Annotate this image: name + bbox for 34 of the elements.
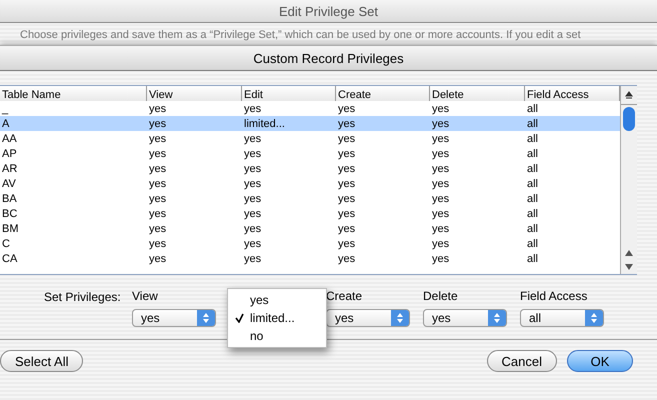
scroll-thumb-icon[interactable] xyxy=(621,105,637,133)
table-cell: yes xyxy=(242,101,336,116)
table-cell: yes xyxy=(147,116,242,131)
field-label: View xyxy=(132,289,159,303)
sheet-title: Custom Record Privileges xyxy=(0,46,657,71)
popup-menu[interactable]: yes xyxy=(326,309,410,327)
menu-item[interactable]: no xyxy=(228,327,326,345)
description-text: Choose privileges and save them as a “Privilege Set,” which can be used by one or more accounts. If you edit a set xyxy=(19,28,582,43)
table-cell: yes xyxy=(147,101,242,116)
menu-item[interactable]: limited... xyxy=(228,309,326,327)
dialog-button[interactable]: OK xyxy=(567,350,633,372)
stepper-arrows-icon xyxy=(197,310,215,326)
popup-menu[interactable]: yes xyxy=(132,309,216,327)
dialog-button[interactable]: Cancel xyxy=(486,350,557,372)
window-title: Edit Privilege Set xyxy=(279,4,378,18)
field-label: Create xyxy=(326,289,364,303)
table-cell: yes xyxy=(430,101,525,116)
stepper-arrows-icon xyxy=(391,310,409,326)
table-cell: A xyxy=(0,116,147,131)
table-cell: yes xyxy=(430,116,525,131)
table-cell: all xyxy=(525,116,620,131)
table-cell: _ xyxy=(0,101,147,116)
table-cell: yes xyxy=(336,101,430,116)
set-privileges-label: Set Privileges: xyxy=(44,290,122,306)
table-cell: yes xyxy=(336,116,430,131)
dialog-button[interactable]: Select All xyxy=(0,350,84,372)
stepper-arrows-icon xyxy=(488,310,506,326)
popup-menu[interactable]: all xyxy=(520,309,604,327)
field-label: Field Access xyxy=(520,289,588,303)
stepper-arrows-icon xyxy=(585,310,603,326)
field-label: Delete xyxy=(423,289,459,303)
menu-item[interactable]: yes xyxy=(228,291,326,309)
popup-menu[interactable]: yes xyxy=(423,309,507,327)
table-cell: limited... xyxy=(242,116,336,131)
